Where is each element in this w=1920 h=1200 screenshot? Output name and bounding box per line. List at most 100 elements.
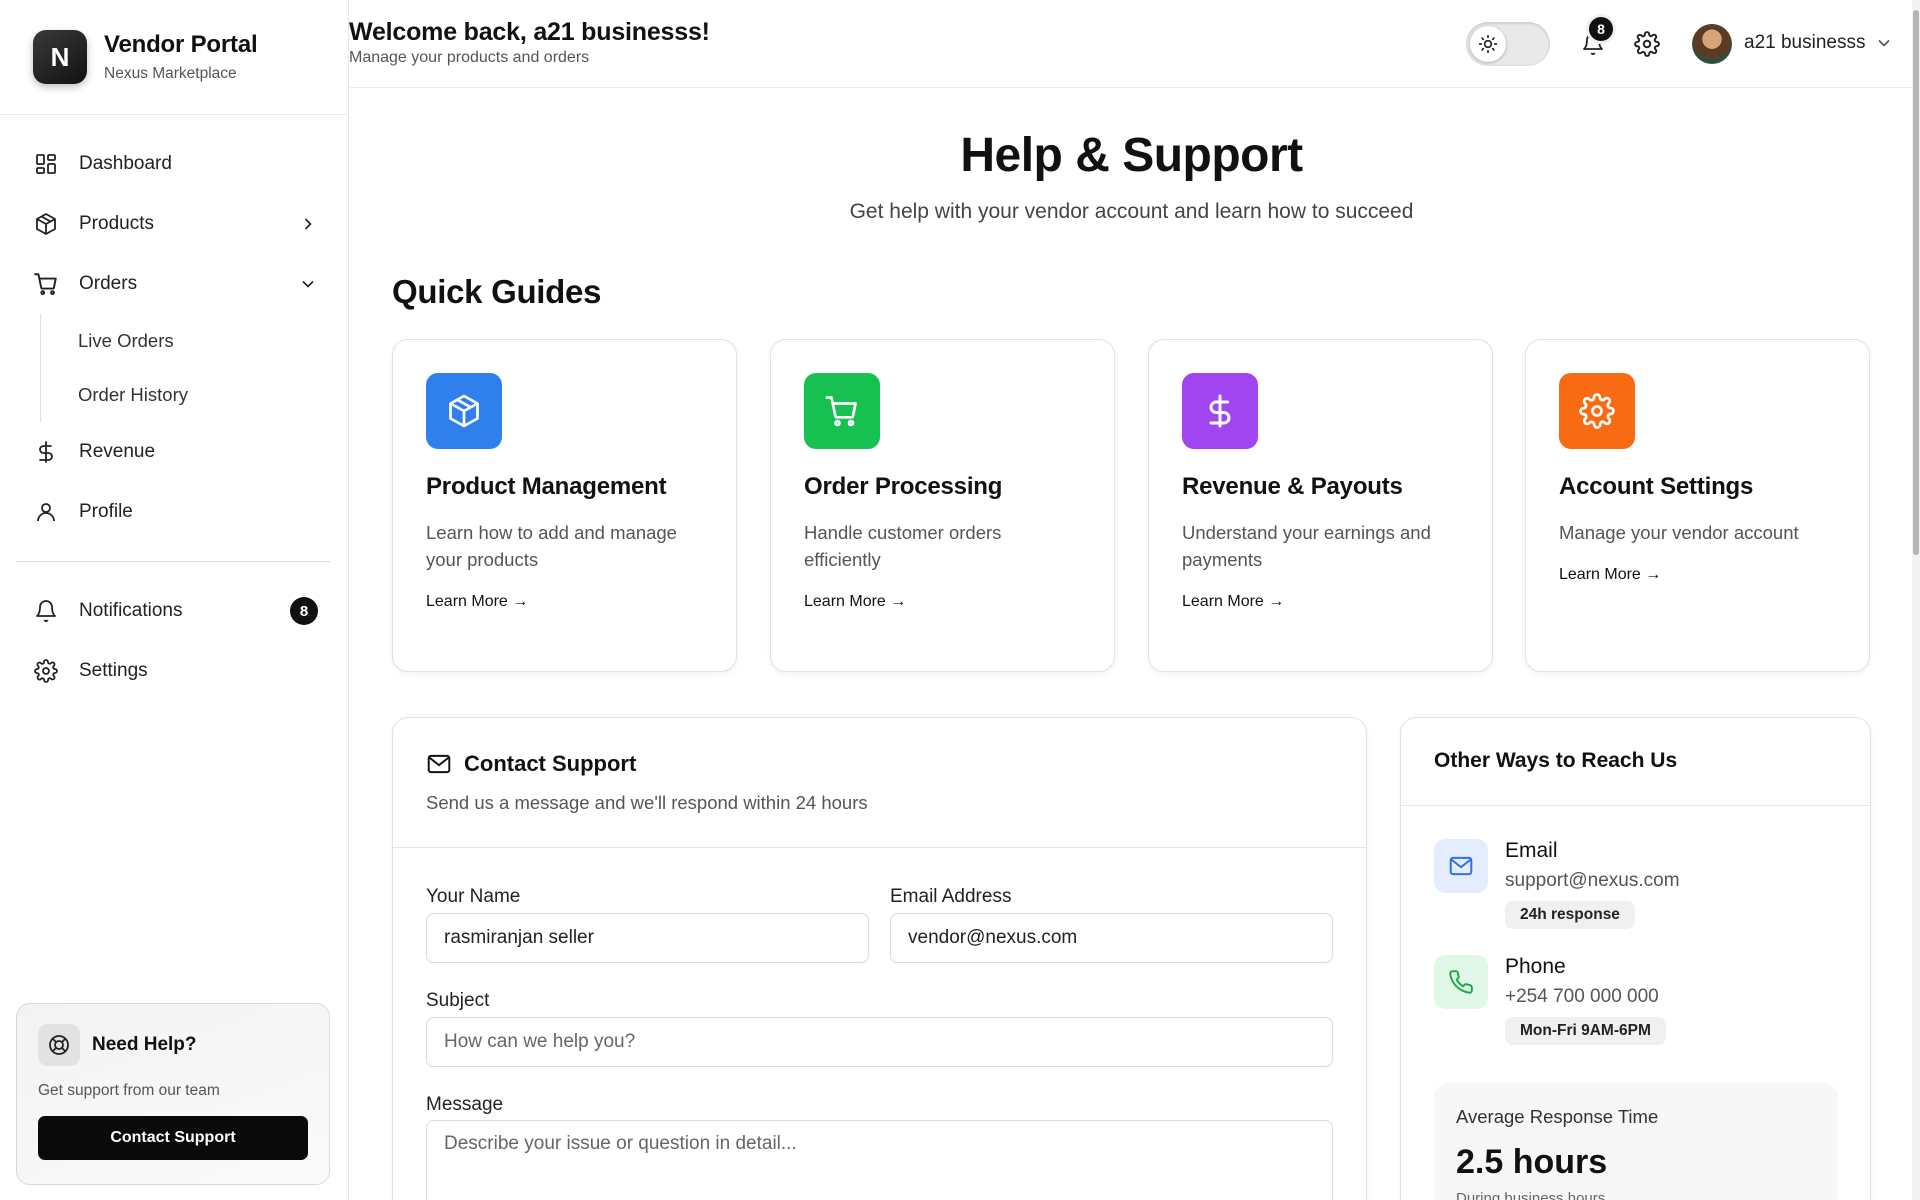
- other-ways-title: Other Ways to Reach Us: [1401, 718, 1870, 806]
- guide-description: Manage your vendor account: [1559, 522, 1799, 543]
- reach-email-label: Email: [1505, 839, 1558, 862]
- chevron-right-icon: [304, 218, 312, 230]
- cart-icon: [33, 271, 59, 297]
- chevron-down-icon: [302, 280, 314, 288]
- guide-description: Understand your earnings and payments: [1182, 522, 1431, 570]
- brand-title: Vendor Portal: [104, 31, 258, 58]
- sidebar-item-label: Products: [79, 213, 154, 234]
- email-field[interactable]: vendor@nexus.com: [890, 913, 1333, 963]
- reach-phone-label: Phone: [1505, 955, 1566, 978]
- learn-more-link[interactable]: Learn More →: [804, 593, 1081, 611]
- sidebar-item-settings[interactable]: Settings: [0, 641, 348, 701]
- reach-phone: Phone +254 700 000 000 Mon-Fri 9AM-6PM: [1434, 955, 1666, 1045]
- sidebar-item-orders[interactable]: Orders: [0, 254, 348, 314]
- sidebar-item-dashboard[interactable]: Dashboard: [0, 134, 348, 194]
- need-help-card: Need Help? Get support from our team Con…: [16, 1003, 330, 1185]
- top-header: Welcome back, a21 businesss! Manage your…: [349, 0, 1920, 88]
- support-email[interactable]: support@nexus.com: [1505, 870, 1680, 892]
- lifebuoy-icon: [38, 1024, 80, 1066]
- dollar-icon: [33, 439, 59, 465]
- settings-gear-icon[interactable]: [1634, 31, 1660, 57]
- sidebar-subitem-order-history[interactable]: Order History: [41, 368, 348, 422]
- brand-logo: N: [33, 30, 87, 84]
- phone-hours-badge: Mon-Fri 9AM-6PM: [1505, 1017, 1666, 1045]
- chevron-down-icon[interactable]: [1874, 33, 1894, 53]
- guide-description: Handle customer orders efficiently: [804, 522, 1002, 570]
- support-phone[interactable]: +254 700 000 000: [1505, 986, 1666, 1008]
- gear-icon: [1559, 373, 1635, 449]
- orders-submenu: Live Orders Order History: [40, 314, 348, 422]
- box-icon: [33, 211, 59, 237]
- sidebar-item-label: Dashboard: [79, 153, 172, 174]
- sidebar-item-notifications[interactable]: Notifications 8: [0, 581, 348, 641]
- need-help-subtitle: Get support from our team: [38, 1082, 220, 1099]
- sidebar-item-revenue[interactable]: Revenue: [0, 422, 348, 482]
- header-notification-badge: 8: [1586, 14, 1616, 44]
- sidebar-divider: [16, 561, 331, 562]
- contact-support-title: Contact Support: [464, 751, 637, 776]
- notification-count-badge: 8: [290, 597, 318, 625]
- sidebar-item-label: Notifications: [79, 600, 183, 621]
- phone-icon: [1434, 955, 1488, 1009]
- sidebar-item-label: Revenue: [79, 441, 156, 462]
- box-icon: [426, 373, 502, 449]
- need-help-title: Need Help?: [92, 1034, 197, 1055]
- contact-support-button[interactable]: Contact Support: [38, 1116, 308, 1160]
- guide-card-revenue-payouts[interactable]: Revenue & Payouts Understand your earnin…: [1148, 339, 1493, 672]
- cart-icon: [804, 373, 880, 449]
- guide-description: Learn how to add and manage your product…: [426, 522, 677, 570]
- sidebar-item-label: Orders: [79, 273, 138, 294]
- email-label: Email Address: [890, 886, 1012, 907]
- learn-more-link[interactable]: Learn More →: [426, 593, 703, 611]
- dollar-icon: [1182, 373, 1258, 449]
- sidebar-item-products[interactable]: Products: [0, 194, 348, 254]
- sun-icon: [1470, 26, 1506, 62]
- sidebar-item-profile[interactable]: Profile: [0, 482, 348, 542]
- page-title: Help & Support: [960, 129, 1303, 182]
- bell-icon: [33, 598, 59, 624]
- sidebar-item-label: Settings: [79, 660, 148, 681]
- avatar[interactable]: [1692, 24, 1732, 64]
- guide-card-order-processing[interactable]: Order Processing Handle customer orders …: [770, 339, 1115, 672]
- user-name[interactable]: a21 businesss: [1744, 32, 1865, 54]
- learn-more-link[interactable]: Learn More →: [1182, 593, 1459, 611]
- gear-icon: [33, 658, 59, 684]
- welcome-subtitle: Manage your products and orders: [349, 49, 590, 66]
- scrollbar-thumb[interactable]: [1913, 10, 1919, 555]
- dashboard-icon: [33, 151, 59, 177]
- page-subtitle: Get help with your vendor account and le…: [849, 200, 1414, 223]
- guide-title: Product Management: [426, 473, 667, 500]
- mail-icon: [1434, 839, 1488, 893]
- sidebar-subitem-live-orders[interactable]: Live Orders: [41, 314, 348, 368]
- average-response-note: During business hours: [1456, 1190, 1606, 1200]
- sidebar-item-label: Profile: [79, 501, 133, 522]
- guide-title: Revenue & Payouts: [1182, 473, 1403, 500]
- average-response-label: Average Response Time: [1456, 1106, 1659, 1127]
- guide-card-account-settings[interactable]: Account Settings Manage your vendor acco…: [1525, 339, 1870, 672]
- welcome-title: Welcome back, a21 businesss!: [349, 18, 710, 46]
- brand-subtitle: Nexus Marketplace: [104, 65, 237, 82]
- average-response-box: Average Response Time 2.5 hours During b…: [1434, 1083, 1838, 1200]
- sidebar-nav: Dashboard Products Orders Live Orders Or…: [0, 115, 348, 701]
- guide-card-product-management[interactable]: Product Management Learn how to add and …: [392, 339, 737, 672]
- guide-title: Account Settings: [1559, 473, 1754, 500]
- quick-guides-title: Quick Guides: [392, 273, 602, 310]
- theme-toggle[interactable]: [1466, 22, 1550, 66]
- reach-email: Email support@nexus.com 24h response: [1434, 839, 1680, 929]
- average-response-value: 2.5 hours: [1456, 1143, 1608, 1181]
- learn-more-link[interactable]: Learn More →: [1559, 566, 1836, 584]
- name-label: Your Name: [426, 886, 521, 907]
- name-field[interactable]: rasmiranjan seller: [426, 913, 869, 963]
- contact-support-card: Contact Support Send us a message and we…: [392, 717, 1367, 1200]
- guide-title: Order Processing: [804, 473, 1003, 500]
- message-textarea[interactable]: Describe your issue or question in detai…: [426, 1120, 1333, 1200]
- other-ways-card: Other Ways to Reach Us Email support@nex…: [1400, 717, 1871, 1200]
- contact-support-subtitle: Send us a message and we'll respond with…: [426, 792, 868, 813]
- brand: N Vendor Portal Nexus Marketplace: [0, 0, 348, 115]
- user-icon: [33, 499, 59, 525]
- subject-label: Subject: [426, 990, 490, 1011]
- sidebar: N Vendor Portal Nexus Marketplace Dashbo…: [0, 0, 349, 1200]
- email-response-badge: 24h response: [1505, 901, 1635, 929]
- mail-icon: [426, 750, 454, 778]
- subject-field[interactable]: How can we help you?: [426, 1017, 1333, 1067]
